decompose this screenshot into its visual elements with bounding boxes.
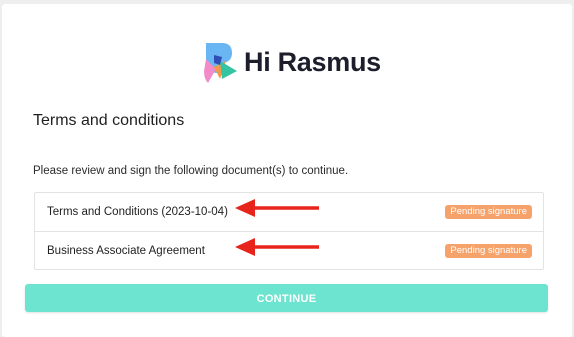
continue-button[interactable]: CONTINUE: [25, 284, 548, 312]
brand-name: Hi Rasmus: [244, 46, 381, 77]
page-title: Terms and conditions: [33, 112, 185, 129]
intro-text: Please review and sign the following doc…: [33, 165, 349, 177]
annotation-arrow-icon: [235, 199, 319, 217]
brand-logo: Hi Rasmus: [204, 39, 381, 85]
document-name[interactable]: Business Associate Agreement: [47, 245, 205, 257]
annotation-arrow-icon: [235, 238, 319, 256]
hi-rasmus-logo-icon: [204, 43, 237, 83]
status-badge: Pending signature: [445, 243, 532, 258]
document-name[interactable]: Terms and Conditions (2023-10-04): [47, 206, 228, 218]
status-badge: Pending signature: [445, 205, 532, 219]
